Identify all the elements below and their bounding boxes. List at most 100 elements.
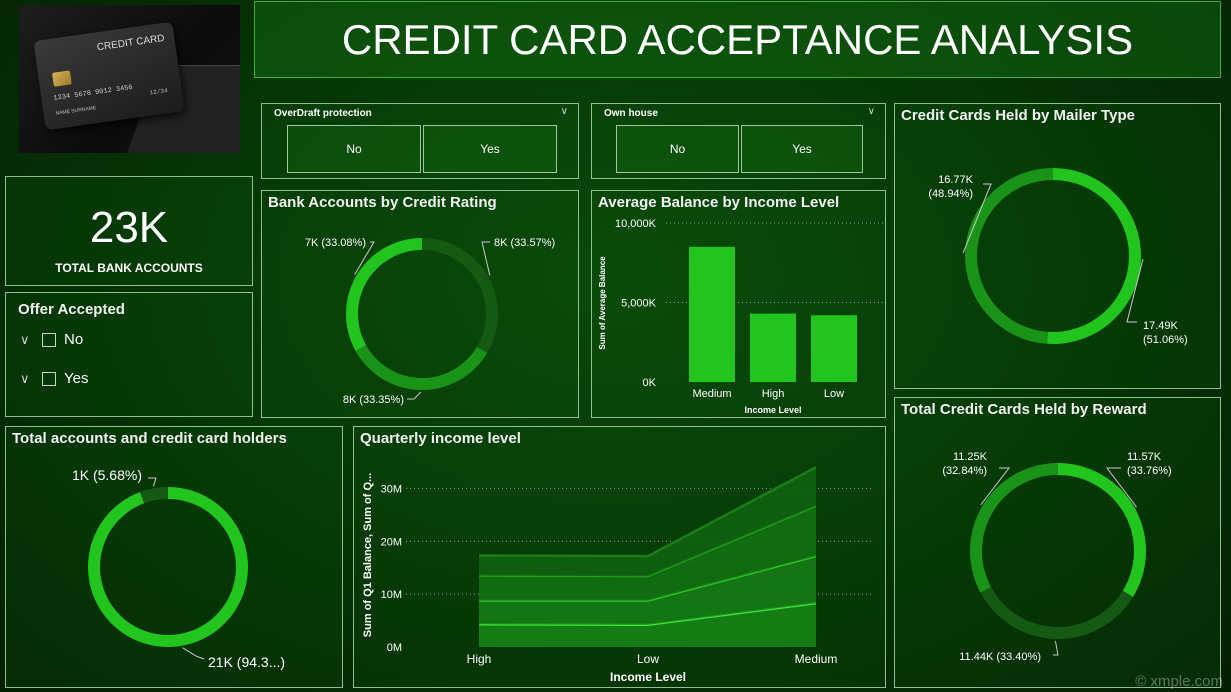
watermark: © xmple.com xyxy=(1135,673,1223,690)
own-house-slicer-title: Own house xyxy=(604,108,658,119)
donut-slice xyxy=(345,238,422,351)
y-tick-label: 20M xyxy=(381,536,402,548)
y-axis-label: Sum of Q1 Balance, Sum of Q... xyxy=(362,473,374,637)
slice-data-label-line: 8K (33.57%) xyxy=(494,237,555,249)
offer-option-yes-label: Yes xyxy=(64,370,89,387)
slice-data-label: 17.49K (51.06%) xyxy=(1143,320,1188,346)
offer-option-yes[interactable]: ∨ Yes xyxy=(20,370,88,387)
reward-panel: Total Credit Cards Held by Reward 11.57K… xyxy=(894,397,1221,688)
x-tick-label: High xyxy=(762,388,785,400)
slice-data-label-line: 8K (33.35%) xyxy=(343,394,404,406)
x-axis-label: Income Level xyxy=(744,405,801,415)
slice-data-label-line: 17.49K xyxy=(1143,320,1179,332)
chevron-down-icon[interactable]: ∨ xyxy=(561,106,568,117)
overdraft-no-button[interactable]: No xyxy=(287,125,421,173)
offer-accepted-title: Offer Accepted xyxy=(18,301,125,318)
x-axis-label: Income Level xyxy=(610,670,686,684)
leader-line xyxy=(1053,640,1059,656)
slice-data-label: 11.44K (33.40%) xyxy=(959,651,1041,663)
credit-card-image: CREDIT CARD 1234 5678 9012 3456 NAME SUR… xyxy=(19,5,240,153)
donut-slice xyxy=(1047,168,1141,344)
slice-data-label: 8K (33.35%) xyxy=(343,394,404,406)
bar xyxy=(811,315,857,382)
slice-data-label: 1K (5.68%) xyxy=(72,467,142,483)
slice-data-label-line: 11.57K xyxy=(1127,451,1162,463)
credit-rating-panel: Bank Accounts by Credit Rating 8K (33.57… xyxy=(261,190,579,418)
slice-data-label: 16.77K (48.94%) xyxy=(928,174,973,200)
card-name: NAME SURNAME xyxy=(55,105,97,117)
x-tick-label: Low xyxy=(637,652,659,666)
slice-data-label-line: 11.44K (33.40%) xyxy=(959,651,1041,663)
x-tick-label: Low xyxy=(824,388,844,400)
avg-balance-bar-chart[interactable]: 0K 5,000K 10,000K Medium High Low Income Level… xyxy=(592,191,887,419)
offer-option-no-label: No xyxy=(64,331,84,348)
y-tick-label: 10M xyxy=(381,589,402,601)
accounts-holders-donut-chart[interactable]: 21K (94.3...) 1K (5.68%) xyxy=(6,427,344,689)
page-title: CREDIT CARD ACCEPTANCE ANALYSIS xyxy=(341,16,1134,63)
checkbox-icon[interactable] xyxy=(42,332,56,347)
donut-slice xyxy=(980,586,1134,639)
slice-data-label: 21K (94.3...) xyxy=(208,654,285,670)
card-label: CREDIT CARD xyxy=(96,32,166,54)
kpi-card: 23K TOTAL BANK ACCOUNTS xyxy=(5,176,253,286)
y-axis-label: Sum of Average Balance xyxy=(598,256,607,350)
mailer-type-panel: Credit Cards Held by Mailer Type 17.49K(… xyxy=(894,103,1221,389)
overdraft-slicer-title: OverDraft protection xyxy=(274,108,372,119)
donut-slice xyxy=(355,345,488,391)
credit-rating-donut-chart[interactable]: 8K (33.57%) 8K (33.35%) 7K (33.08%) xyxy=(262,191,580,419)
offer-option-no[interactable]: ∨ No xyxy=(20,331,83,348)
slice-data-label-line: 11.25K xyxy=(953,451,988,463)
slice-data-label-line: 1K (5.68%) xyxy=(72,467,142,483)
mailer-type-donut-chart[interactable]: 17.49K (51.06%) 16.77K (48.94%) xyxy=(895,104,1222,390)
quarterly-income-panel: Quarterly income level 0M 10M 20M 30M High Lo… xyxy=(353,426,886,688)
kpi-label: TOTAL BANK ACCOUNTS xyxy=(55,261,203,275)
leader-line xyxy=(182,647,205,660)
donut-slice xyxy=(1058,463,1146,598)
donut-slice xyxy=(140,487,168,504)
own-house-yes-button[interactable]: Yes xyxy=(741,125,863,173)
quarterly-income-area-chart[interactable]: 0M 10M 20M 30M High Low Medium Income Level Sum … xyxy=(354,427,887,689)
slice-data-label-line: (33.76%) xyxy=(1127,465,1172,477)
accounts-holders-panel: Total accounts and credit card holders 2… xyxy=(5,426,343,688)
chip-icon xyxy=(52,70,72,87)
card-expiry: 12/34 xyxy=(149,87,169,97)
slice-data-label: 11.57K (33.76%) xyxy=(1127,451,1172,477)
y-tick-label: 0K xyxy=(643,377,657,389)
overdraft-yes-button[interactable]: Yes xyxy=(423,125,557,173)
avg-balance-panel: Average Balance by Income Level 0K 5,000K… xyxy=(591,190,886,418)
x-tick-label: Medium xyxy=(795,652,838,666)
slice-data-label: 7K (33.08%) xyxy=(305,237,366,249)
chevron-down-icon[interactable]: ∨ xyxy=(20,332,34,348)
bar xyxy=(750,313,796,382)
checkbox-icon[interactable] xyxy=(42,371,56,386)
overdraft-slicer: OverDraft protection ∨ No Yes xyxy=(261,103,579,179)
card-number: 1234 5678 9012 3456 xyxy=(53,83,134,103)
slice-data-label: 8K (33.57%) xyxy=(494,237,555,249)
donut-slice xyxy=(964,168,1053,344)
slice-data-label-line: 16.77K xyxy=(938,174,974,186)
y-tick-label: 10,000K xyxy=(615,218,657,230)
offer-accepted-slicer: Offer Accepted ∨ No ∨ Yes xyxy=(5,292,253,417)
kpi-value: 23K xyxy=(89,203,169,252)
slice-data-label-line: (51.06%) xyxy=(1143,334,1188,346)
donut-slice xyxy=(422,238,498,353)
reward-donut-chart[interactable]: 11.57K (33.76%) 11.44K (33.40%) 11.25K (32.8… xyxy=(895,398,1222,689)
x-tick-label: High xyxy=(467,652,492,666)
leader-line xyxy=(407,391,422,400)
slice-data-label-line: (32.84%) xyxy=(942,465,987,477)
card-shape: CREDIT CARD 1234 5678 9012 3456 NAME SUR… xyxy=(33,21,185,131)
y-tick-label: 30M xyxy=(381,483,402,495)
slice-data-label-line: 21K (94.3...) xyxy=(208,654,285,670)
own-house-no-button[interactable]: No xyxy=(616,125,739,173)
donut-slice xyxy=(970,463,1058,593)
slice-data-label-line: (48.94%) xyxy=(928,188,973,200)
y-tick-label: 5,000K xyxy=(621,298,657,310)
slice-data-label-line: 7K (33.08%) xyxy=(305,237,366,249)
chevron-down-icon[interactable]: ∨ xyxy=(868,106,875,117)
slice-data-label: 11.25K (32.84%) xyxy=(942,451,987,477)
bar xyxy=(689,246,735,382)
x-tick-label: Medium xyxy=(692,388,731,400)
own-house-slicer: Own house ∨ No Yes xyxy=(591,103,886,179)
donut-slice xyxy=(88,487,248,647)
chevron-down-icon[interactable]: ∨ xyxy=(20,371,34,387)
